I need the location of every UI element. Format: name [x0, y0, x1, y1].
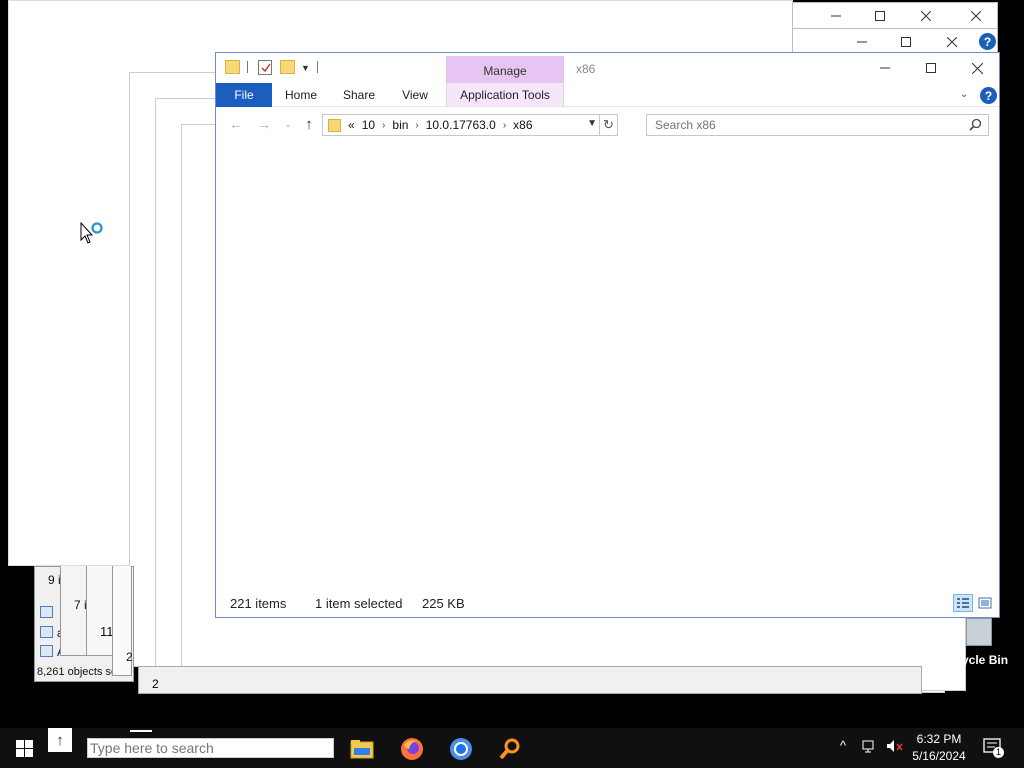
close-button[interactable] — [903, 3, 949, 29]
up-arrow-icon[interactable]: ↑ — [299, 114, 319, 134]
maximize-button[interactable] — [857, 3, 903, 29]
recycle-bin-icon[interactable] — [966, 618, 992, 646]
tab-home[interactable]: Home — [278, 83, 324, 107]
help-icon[interactable]: ? — [980, 87, 997, 104]
taskbar: ↑ ^ 6:32 PM 5/16/2024 1 — [0, 728, 1024, 768]
customize-toolbar-icon[interactable]: ▼ — [301, 63, 310, 73]
address-bar[interactable]: « 10 › bin › 10.0.17763.0 › x86 ▼ ↻ — [322, 114, 618, 136]
chevron-down-icon[interactable]: ▼ — [587, 118, 597, 129]
taskbar-search-box[interactable] — [87, 738, 334, 758]
notification-center-icon[interactable]: 1 — [983, 738, 1004, 758]
folder-icon — [225, 60, 240, 74]
background-row: 2 — [152, 677, 159, 691]
volume-muted-icon[interactable] — [886, 739, 904, 756]
file-icon — [40, 626, 53, 638]
recycle-bin-label[interactable]: ycle Bin — [962, 653, 1008, 667]
breadcrumb-item[interactable]: x86 — [513, 118, 532, 132]
system-clock[interactable]: 6:32 PM 5/16/2024 — [910, 731, 968, 765]
ghost-window-titlebar-1 — [792, 2, 998, 29]
network-icon[interactable] — [862, 739, 878, 756]
minimize-button[interactable] — [862, 55, 908, 81]
file-explorer-icon[interactable] — [347, 734, 377, 764]
close-button[interactable] — [954, 55, 1000, 81]
window-title: x86 — [576, 62, 596, 76]
background-row: 2 — [126, 650, 133, 664]
clock-time: 6:32 PM — [916, 732, 962, 746]
file-icon — [40, 645, 53, 657]
title-bar: ▼ Manage x86 — [216, 53, 1000, 86]
file-list-area[interactable] — [216, 139, 999, 589]
back-arrow-icon[interactable]: ← — [226, 114, 246, 134]
tab-application-tools[interactable]: Application Tools — [446, 83, 564, 107]
recent-locations-icon[interactable]: ⌄ — [278, 114, 298, 134]
status-bar: 221 items 1 item selected 225 KB — [216, 589, 999, 617]
large-icons-view-icon[interactable] — [975, 594, 995, 612]
help-icon[interactable]: ? — [979, 33, 996, 50]
tab-share[interactable]: Share — [338, 83, 380, 107]
forward-arrow-icon[interactable]: → — [254, 114, 274, 134]
item-count: 221 items — [230, 596, 287, 611]
background-window-bottom: 2 — [138, 666, 922, 694]
tab-view[interactable]: View — [396, 83, 434, 107]
taskbar-search-input[interactable] — [88, 739, 333, 757]
properties-icon[interactable] — [258, 60, 272, 75]
refresh-icon[interactable]: ↻ — [599, 115, 617, 135]
search-icon[interactable] — [969, 118, 982, 131]
separator — [247, 61, 248, 73]
details-view-icon[interactable] — [953, 594, 973, 612]
indicator-line — [130, 730, 152, 732]
breadcrumb-item[interactable]: bin — [392, 118, 408, 132]
notification-badge: 1 — [993, 747, 1004, 758]
background-explorer-fragment: 2 — [112, 566, 133, 676]
tab-manage[interactable]: Manage — [446, 56, 564, 86]
file-explorer-window: ▼ Manage x86 File Home Share View Applic… — [215, 52, 1000, 618]
breadcrumb-overflow[interactable]: « — [348, 118, 355, 132]
expand-ribbon-icon[interactable]: ⌄ — [960, 89, 968, 100]
minimize-button[interactable] — [813, 3, 859, 29]
tab-file[interactable]: File — [216, 83, 272, 107]
breadcrumb-item[interactable]: 10.0.17763.0 — [426, 118, 496, 132]
maximize-button[interactable] — [908, 55, 954, 81]
separator — [317, 61, 318, 73]
folder-icon — [328, 118, 341, 132]
breadcrumb-item[interactable]: 10 — [362, 118, 375, 132]
ghost-window-titlebar-2: ? — [792, 28, 998, 54]
selection-count: 1 item selected — [315, 596, 403, 611]
search-input[interactable] — [647, 115, 947, 135]
new-folder-icon[interactable] — [280, 60, 295, 74]
upload-arrow-icon[interactable]: ↑ — [48, 728, 72, 752]
ribbon-tabs: File Home Share View Application Tools ⌄… — [216, 83, 999, 107]
chevron-right-icon[interactable]: › — [415, 120, 418, 131]
search-box[interactable] — [646, 114, 989, 136]
background-row: 7 i — [74, 598, 87, 612]
search-tool-icon[interactable] — [495, 734, 525, 764]
busy-cursor-icon — [80, 221, 106, 249]
chevron-right-icon[interactable]: › — [503, 120, 506, 131]
selection-size: 225 KB — [422, 596, 465, 611]
chrome-icon[interactable] — [446, 734, 476, 764]
chevron-up-icon[interactable]: ^ — [840, 738, 846, 753]
background-row: 9 i — [48, 573, 61, 587]
chevron-right-icon[interactable]: › — [382, 120, 385, 131]
navigation-bar: ← → ⌄ ↑ « 10 › bin › 10.0.17763.0 › x86 … — [216, 111, 999, 137]
close-button[interactable] — [953, 3, 999, 29]
firefox-icon[interactable] — [397, 734, 427, 764]
file-icon — [40, 606, 53, 618]
windows-start-icon[interactable] — [16, 740, 33, 757]
clock-date: 5/16/2024 — [912, 749, 966, 763]
